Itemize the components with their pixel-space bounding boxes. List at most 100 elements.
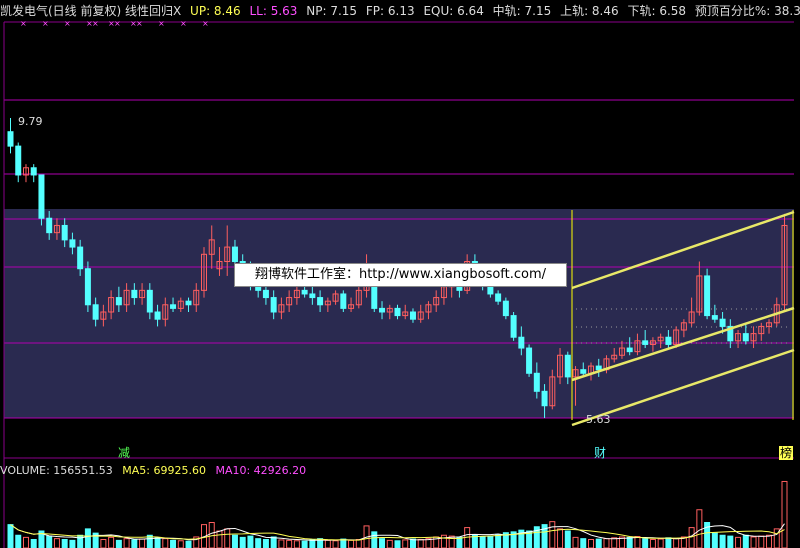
candle[interactable] (340, 290, 347, 312)
volume-bar (224, 528, 231, 548)
volume-bar (379, 538, 386, 548)
volume-bar (154, 537, 161, 548)
volume-bar (162, 538, 169, 548)
signal-mark: × (20, 19, 27, 28)
volume-bar (440, 534, 447, 548)
signal-mark: × (158, 19, 165, 28)
candle[interactable] (7, 118, 14, 154)
watermark-banner: 翔博软件工作室：http://www.xiangbosoft.com/ (234, 263, 567, 287)
volume-bar (30, 539, 37, 548)
volume-bar (549, 521, 556, 548)
candle-body (394, 307, 401, 317)
volume-bar (309, 539, 316, 548)
candle[interactable] (22, 164, 29, 183)
volume-bar (409, 538, 416, 548)
high-price-label: 9.79 (18, 115, 43, 128)
volume-bar (781, 480, 788, 548)
volume-bar (719, 534, 726, 548)
candle-body (340, 293, 347, 309)
candle-body (317, 297, 324, 306)
low-price-label: 5.63 (586, 413, 611, 426)
volume-bar (386, 539, 393, 548)
candle-body (409, 311, 416, 320)
candle-body (309, 293, 316, 299)
volume-bar (479, 536, 486, 548)
candle-body (564, 354, 571, 378)
candle-body (665, 336, 672, 345)
volume-bar (642, 538, 649, 548)
candle-body (518, 336, 525, 349)
candle-body (510, 315, 517, 338)
candle-body (15, 145, 22, 176)
volume-bar (286, 539, 293, 548)
candle-body (270, 297, 277, 313)
candle-body (154, 311, 161, 320)
candle[interactable] (526, 344, 533, 377)
volume-bar (348, 539, 355, 548)
volume-bar (603, 538, 610, 548)
volume-header: VOLUME: 156551.53 MA5: 69925.60 MA10: 42… (0, 463, 312, 479)
volume-bar (332, 540, 339, 548)
volume-bar (696, 509, 703, 548)
candle-body (46, 217, 53, 234)
volume-bar (580, 538, 587, 548)
candle-body (626, 347, 633, 353)
volume-bar (611, 537, 618, 548)
candle-body (92, 304, 99, 320)
volume-bar (46, 535, 53, 548)
volume-bar (394, 540, 401, 548)
volume-bar (673, 538, 680, 548)
volume-bar (588, 539, 594, 548)
candle-body (170, 304, 177, 309)
volume-bar (53, 538, 60, 548)
candle[interactable] (502, 297, 509, 320)
volume-bar (270, 536, 277, 548)
volume-bar (371, 531, 378, 548)
candle-body (502, 300, 509, 317)
volume-bar (247, 535, 254, 548)
volume-bar (688, 527, 695, 548)
candle[interactable] (30, 164, 37, 183)
volume-bar (402, 539, 409, 548)
volume-bar (572, 536, 579, 548)
candle-body (231, 246, 238, 263)
candle[interactable] (84, 261, 91, 312)
volume-bar (7, 524, 14, 548)
volume-bar (626, 536, 633, 548)
candle-body (185, 300, 192, 306)
volume-bar (123, 538, 130, 548)
candle-body (642, 340, 649, 345)
candle[interactable] (510, 311, 517, 341)
volume-bar (564, 530, 571, 548)
candle-body (541, 390, 548, 407)
volume-bar (735, 536, 742, 548)
volume-bars[interactable] (7, 480, 788, 548)
volume-bar (185, 540, 192, 548)
volume-value: VOLUME: 156551.53 (0, 464, 113, 477)
volume-bar (15, 534, 22, 548)
candle[interactable] (38, 174, 45, 226)
volume-bar (177, 540, 184, 548)
marker-jian: 减 (118, 446, 131, 460)
volume-bar (657, 538, 664, 548)
candle-body (38, 174, 45, 219)
volume-bar (293, 540, 300, 548)
candle[interactable] (15, 142, 22, 183)
marker-bang: 榜 (779, 446, 794, 460)
volume-bar (758, 535, 765, 548)
signal-mark: × (180, 19, 187, 28)
volume-bar (742, 534, 749, 548)
ma10-value: MA10: 42926.20 (215, 464, 307, 477)
volume-bar (704, 522, 711, 548)
volume-bar (139, 538, 146, 548)
volume-bar (634, 536, 641, 548)
volume-bar (255, 538, 262, 548)
volume-bar (495, 533, 502, 548)
volume-bar (108, 536, 115, 548)
volume-bar (557, 528, 564, 548)
volume-bar (69, 539, 76, 548)
volume-bar (649, 539, 656, 548)
candle[interactable] (704, 268, 711, 320)
volume-bar (665, 537, 672, 548)
volume-bar (301, 540, 308, 548)
